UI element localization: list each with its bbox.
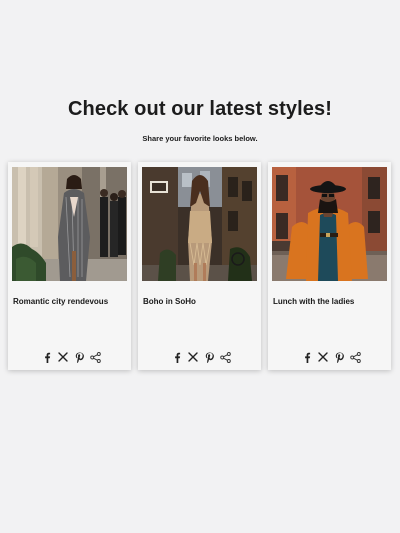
x-icon[interactable] [187, 352, 198, 363]
x-icon[interactable] [57, 352, 68, 363]
x-icon[interactable] [317, 352, 328, 363]
card-image[interactable] [272, 167, 387, 281]
facebook-icon[interactable] [301, 352, 312, 363]
page-subtitle: Share your favorite looks below. [142, 134, 258, 143]
card-image[interactable] [12, 167, 127, 281]
facebook-icon[interactable] [41, 352, 52, 363]
style-card: Boho in SoHo [138, 162, 261, 370]
share-icons [301, 351, 361, 363]
pinterest-icon[interactable] [334, 352, 345, 363]
card-title[interactable]: Romantic city rendevous [13, 297, 108, 306]
style-card: Lunch with the ladies [268, 162, 391, 370]
card-title[interactable]: Boho in SoHo [143, 297, 196, 306]
card-title[interactable]: Lunch with the ladies [273, 297, 354, 306]
share-icon[interactable] [90, 351, 101, 363]
pinterest-icon[interactable] [204, 352, 215, 363]
share-icons [171, 351, 231, 363]
card-image[interactable] [142, 167, 257, 281]
share-icon[interactable] [220, 351, 231, 363]
page-title: Check out our latest styles! [68, 98, 332, 120]
style-card: Romantic city rendevous [8, 162, 131, 370]
facebook-icon[interactable] [171, 352, 182, 363]
pinterest-icon[interactable] [74, 352, 85, 363]
share-icon[interactable] [350, 351, 361, 363]
share-icons [41, 351, 101, 363]
